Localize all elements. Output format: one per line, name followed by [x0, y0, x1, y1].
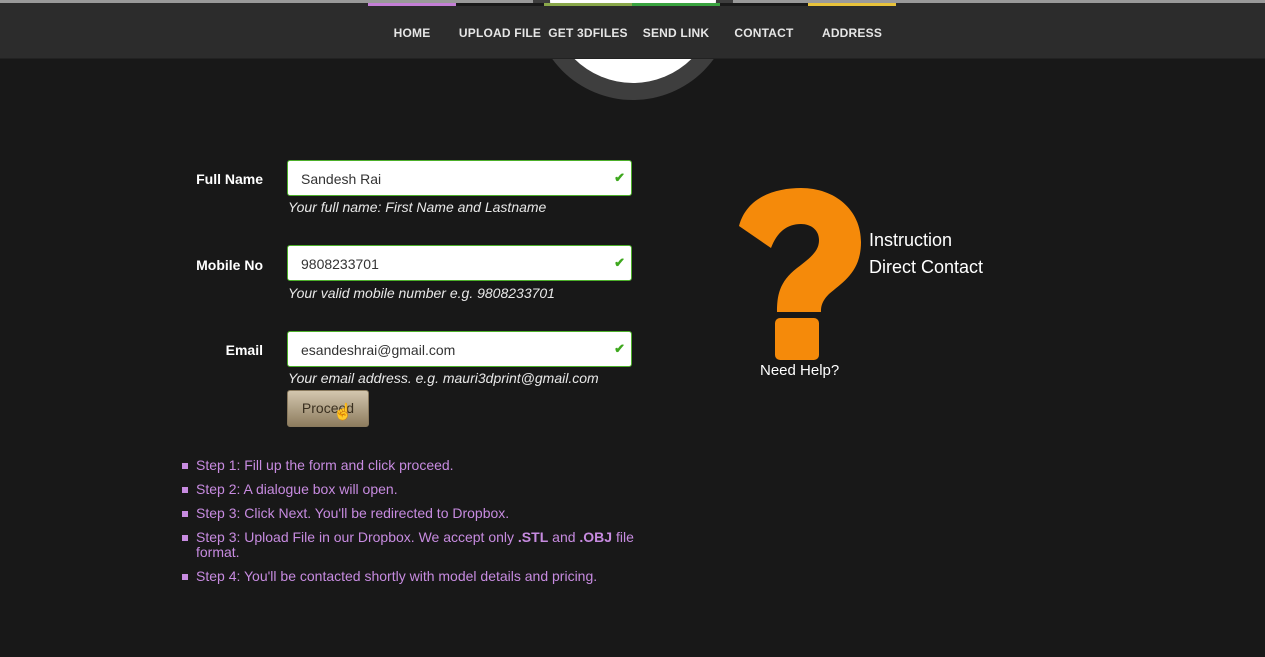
email-value: esandeshrai@gmail.com	[301, 342, 456, 358]
nav-home[interactable]: HOME	[368, 3, 456, 58]
mobile-label: Mobile No	[196, 257, 263, 273]
hand-cursor-icon: ☝	[333, 404, 353, 421]
mobile-field[interactable]: 9808233701 ✔	[287, 245, 632, 281]
list-item: Step 2: A dialogue box will open.	[182, 482, 642, 497]
instructions-list: Step 1: Fill up the form and click proce…	[182, 458, 642, 584]
nav-get-3dfiles[interactable]: GET 3DFILES	[544, 3, 632, 58]
nav-contact[interactable]: CONTACT	[720, 3, 808, 58]
full-name-hint: Your full name: First Name and Lastname	[288, 199, 547, 215]
check-icon: ✔	[614, 341, 625, 356]
need-help-label: Need Help?	[760, 362, 840, 379]
check-icon: ✔	[614, 255, 625, 270]
list-item: Step 3: Click Next. You'll be redirected…	[182, 506, 642, 521]
mobile-value: 9808233701	[301, 256, 379, 272]
nav-address[interactable]: ADDRESS	[808, 3, 896, 58]
email-label: Email	[225, 342, 263, 358]
instruction-link[interactable]: Instruction	[869, 230, 952, 251]
email-field[interactable]: esandeshrai@gmail.com ✔	[287, 331, 632, 367]
check-icon: ✔	[614, 170, 625, 185]
nav-upload-file[interactable]: UPLOAD FILE	[456, 3, 544, 58]
mobile-hint: Your valid mobile number e.g. 9808233701	[288, 285, 555, 301]
list-item: Step 3: Upload File in our Dropbox. We a…	[182, 530, 642, 560]
list-item: Step 1: Fill up the form and click proce…	[182, 458, 642, 473]
top-navigation: HOME UPLOAD FILE GET 3DFILES SEND LINK C…	[0, 3, 1265, 59]
list-item: Step 4: You'll be contacted shortly with…	[182, 569, 642, 584]
nav-send-link[interactable]: SEND LINK	[632, 3, 720, 58]
proceed-button[interactable]: Proceed	[287, 390, 369, 427]
direct-contact-link[interactable]: Direct Contact	[869, 257, 983, 278]
question-mark-icon[interactable]	[733, 186, 865, 362]
email-hint: Your email address. e.g. mauri3dprint@gm…	[288, 370, 599, 386]
full-name-field[interactable]: Sandesh Rai ✔	[287, 160, 632, 196]
full-name-value: Sandesh Rai	[301, 171, 382, 187]
full-name-label: Full Name	[196, 171, 263, 187]
